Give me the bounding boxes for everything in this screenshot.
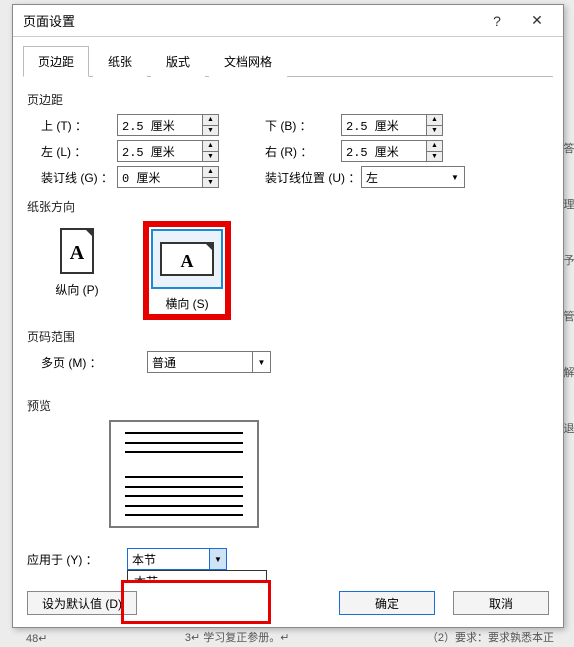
bg-side-char: 予: [564, 252, 574, 268]
set-default-button[interactable]: 设为默认值 (D): [27, 591, 137, 615]
spin-down-icon[interactable]: ▼: [203, 178, 218, 188]
landscape-icon: A: [157, 235, 217, 283]
spin-down-icon[interactable]: ▼: [203, 126, 218, 136]
bg-row-right: （2）要求：要求孰悉本正: [427, 629, 554, 645]
pagerange-group-title: 页码范围: [27, 328, 549, 345]
margin-top-label: 上 (T) ：: [27, 117, 117, 134]
margins-group-title: 页边距: [27, 91, 549, 108]
multipage-select[interactable]: 普通 ▼: [147, 351, 271, 373]
multipage-value: 普通: [152, 354, 176, 371]
preview-pane: [109, 420, 259, 528]
tab-label: 纸张: [108, 55, 132, 69]
margin-right-input[interactable]: [341, 140, 427, 162]
margin-top-input[interactable]: [117, 114, 203, 136]
margin-right-label: 右 (R) ：: [251, 143, 341, 160]
bg-side-char: 答: [564, 140, 574, 156]
portrait-icon: A: [47, 227, 107, 275]
tab-margins[interactable]: 页边距: [23, 46, 89, 77]
svg-text:A: A: [70, 242, 85, 264]
bg-side-char: 管: [564, 308, 574, 324]
spin-down-icon[interactable]: ▼: [203, 152, 218, 162]
orientation-portrait[interactable]: A 纵向 (P): [41, 221, 113, 320]
spin-down-icon[interactable]: ▼: [427, 152, 442, 162]
apply-option-this-section[interactable]: 本节: [128, 571, 266, 583]
portrait-label: 纵向 (P): [55, 281, 98, 298]
tab-strip: 页边距 纸张 版式 文档网格: [23, 45, 553, 77]
gutter-label: 装订线 (G) ：: [27, 169, 117, 186]
margin-right-spinner[interactable]: ▲▼: [341, 140, 443, 162]
title-bar: 页面设置 ? ✕: [13, 5, 563, 37]
tab-grid[interactable]: 文档网格: [209, 46, 287, 77]
spin-up-icon[interactable]: ▲: [427, 115, 442, 126]
margin-bottom-spinner[interactable]: ▲▼: [341, 114, 443, 136]
tab-label: 文档网格: [224, 55, 272, 69]
bg-side-char: 退: [564, 420, 574, 436]
gutter-pos-label: 装订线位置 (U) ：: [251, 169, 361, 186]
close-icon: ✕: [531, 12, 543, 29]
margin-left-input[interactable]: [117, 140, 203, 162]
close-button[interactable]: ✕: [517, 7, 557, 35]
apply-to-label: 应用于 (Y) ：: [27, 551, 127, 568]
margin-top-spinner[interactable]: ▲▼: [117, 114, 219, 136]
landscape-label: 横向 (S): [165, 295, 208, 312]
multipage-label: 多页 (M) ：: [27, 354, 147, 371]
spin-up-icon[interactable]: ▲: [203, 115, 218, 126]
margin-bottom-input[interactable]: [341, 114, 427, 136]
gutter-input[interactable]: [117, 166, 203, 188]
spin-up-icon[interactable]: ▲: [203, 141, 218, 152]
bg-side-char: 解: [564, 364, 574, 380]
tab-label: 页边距: [38, 55, 74, 69]
orientation-group-title: 纸张方向: [27, 198, 549, 215]
button-label: 取消: [489, 595, 513, 612]
chevron-down-icon: ▼: [252, 352, 270, 372]
tab-label: 版式: [166, 55, 190, 69]
bg-side-char: 理: [564, 196, 574, 212]
gutter-spinner[interactable]: ▲▼: [117, 166, 219, 188]
spin-down-icon[interactable]: ▼: [427, 126, 442, 136]
gutter-pos-value: 左: [366, 169, 378, 186]
chevron-down-icon: ▼: [446, 167, 464, 187]
margin-bottom-label: 下 (B) ：: [251, 117, 341, 134]
preview-group-title: 预览: [27, 397, 549, 414]
orientation-landscape[interactable]: A 横向 (S): [143, 221, 231, 320]
apply-to-select[interactable]: ▼ 本节 插入点之后 整篇文档: [127, 548, 227, 570]
chevron-down-icon: ▼: [209, 548, 227, 570]
svg-text:A: A: [181, 251, 194, 271]
margin-left-label: 左 (L) ：: [27, 143, 117, 160]
spin-up-icon[interactable]: ▲: [427, 141, 442, 152]
margin-left-spinner[interactable]: ▲▼: [117, 140, 219, 162]
apply-to-dropdown: 本节 插入点之后 整篇文档: [127, 570, 267, 583]
button-label: 确定: [375, 595, 399, 612]
help-button[interactable]: ?: [477, 7, 517, 35]
bg-row-mid: 3↵ 学习复正参册。↵: [185, 629, 290, 645]
bg-row-num: 48↵: [26, 632, 47, 645]
tab-layout[interactable]: 版式: [151, 46, 205, 77]
ok-button[interactable]: 确定: [339, 591, 435, 615]
button-label: 设为默认值 (D): [42, 595, 122, 612]
tab-paper[interactable]: 纸张: [93, 46, 147, 77]
dialog-title: 页面设置: [23, 11, 477, 30]
page-setup-dialog: 页面设置 ? ✕ 页边距 纸张 版式 文档网格 页边距 上 (T) ： ▲▼ 下…: [12, 4, 564, 628]
gutter-pos-select[interactable]: 左 ▼: [361, 166, 465, 188]
cancel-button[interactable]: 取消: [453, 591, 549, 615]
help-icon: ?: [493, 13, 501, 29]
spin-up-icon[interactable]: ▲: [203, 167, 218, 178]
